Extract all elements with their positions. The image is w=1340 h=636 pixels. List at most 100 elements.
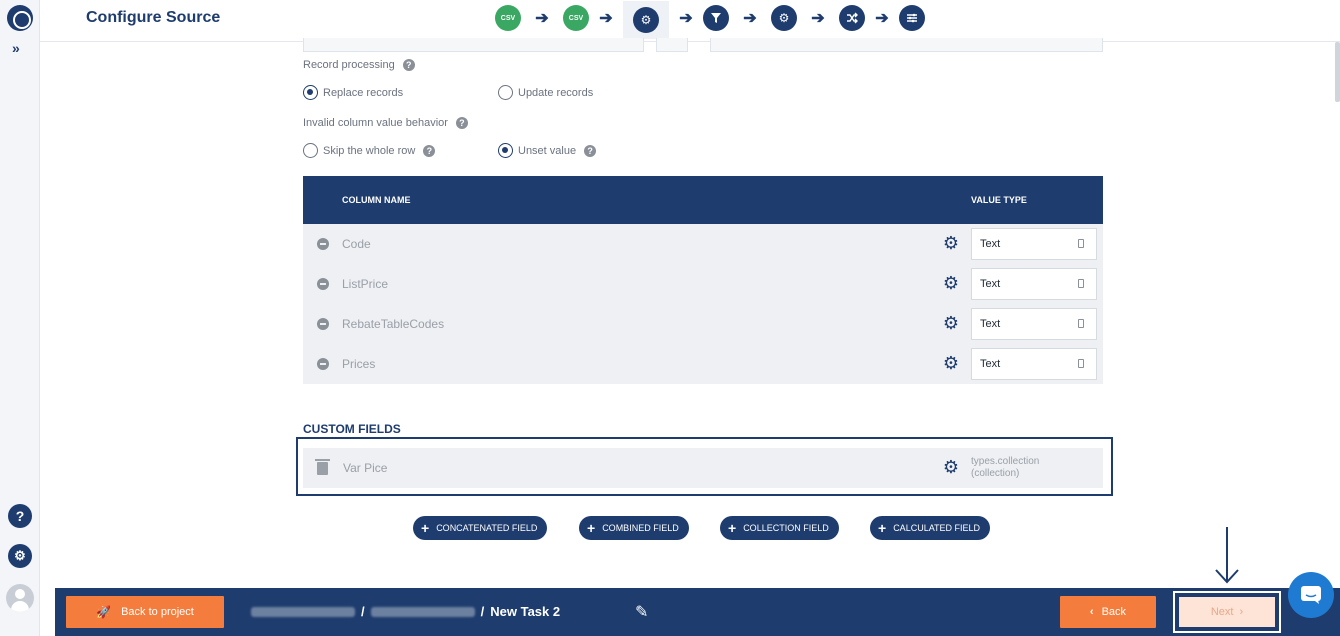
chevron-right-icon: ›	[1239, 606, 1244, 618]
arrow-right-icon: ➔	[599, 10, 613, 27]
value-type-select[interactable]: Text	[971, 348, 1097, 380]
custom-fields-title: CUSTOM FIELDS	[303, 422, 401, 436]
button-label: Next	[1210, 606, 1234, 618]
table-row: RebateTableCodes ⚙ Text	[303, 304, 1103, 344]
remove-column-icon[interactable]	[317, 358, 329, 370]
table-row: ListPrice ⚙ Text	[303, 264, 1103, 304]
add-calculated-field-button[interactable]: + CALCULATED FIELD	[870, 516, 991, 540]
gear-icon[interactable]: ⚙	[942, 354, 960, 372]
remove-column-icon[interactable]	[317, 238, 329, 250]
dropdown-caret-icon	[1078, 239, 1084, 248]
text-field-partial[interactable]	[303, 38, 644, 52]
breadcrumb-separator: /	[480, 604, 485, 619]
plus-icon: +	[878, 520, 887, 536]
expand-sidebar-icon[interactable]: »	[12, 40, 20, 56]
step-settings[interactable]: ⚙	[771, 5, 797, 31]
remove-column-icon[interactable]	[317, 278, 329, 290]
value-type-select[interactable]: Text	[971, 308, 1097, 340]
record-processing-text: Record processing	[303, 59, 395, 71]
help-icon[interactable]: ?	[402, 59, 415, 72]
step-csv-source[interactable]: CSV	[495, 5, 521, 31]
chat-launcher-button[interactable]	[1288, 572, 1334, 618]
help-icon[interactable]: ?	[455, 117, 468, 130]
record-processing-label: Record processing?	[303, 59, 415, 72]
step-configure-active[interactable]: ⚙	[623, 1, 669, 39]
column-name: ListPrice	[342, 277, 389, 291]
step-csv-format[interactable]: CSV	[563, 5, 589, 31]
button-label: COMBINED FIELD	[602, 523, 679, 533]
plus-icon: +	[728, 520, 737, 536]
invalid-behavior-text: Invalid column value behavior	[303, 117, 448, 129]
radio-label: Skip the whole row	[323, 144, 416, 157]
button-label: CALCULATED FIELD	[893, 523, 981, 533]
radio-skip-row[interactable]: Skip the whole row?	[303, 143, 436, 158]
sliders-icon	[907, 13, 917, 23]
add-concatenated-field-button[interactable]: + CONCATENATED FIELD	[413, 516, 548, 540]
button-label: Back to project	[121, 606, 194, 618]
button-label: CONCATENATED FIELD	[436, 523, 538, 533]
gear-icon[interactable]: ⚙	[942, 234, 960, 252]
breadcrumb-item-redacted[interactable]	[251, 606, 355, 617]
step-review[interactable]	[899, 5, 925, 31]
radio-selected-icon	[303, 85, 318, 100]
button-label: COLLECTION FIELD	[743, 523, 829, 533]
down-arrow-annotation-icon	[1215, 527, 1239, 584]
step-filter[interactable]	[703, 5, 729, 31]
dropdown-caret-icon	[1078, 279, 1084, 288]
text-field-partial[interactable]	[656, 38, 688, 52]
plus-icon: +	[587, 520, 596, 536]
page-header: Configure Source CSV ➔ CSV ➔ ⚙ ➔ ➔ ⚙ ➔ ➔	[40, 0, 1340, 42]
radio-empty-icon	[303, 143, 318, 158]
gear-icon[interactable]: ⚙	[942, 314, 960, 332]
value-type-value: Text	[980, 318, 1001, 330]
column-name: Prices	[342, 357, 376, 371]
back-to-project-button[interactable]: 🚀 Back to project	[66, 596, 224, 628]
column-name-header: COLUMN NAME	[342, 195, 411, 205]
table-header: COLUMN NAME VALUE TYPE	[303, 176, 1103, 224]
highlight-box	[296, 437, 1113, 496]
scrollbar-thumb[interactable]	[1335, 42, 1340, 102]
rocket-icon: 🚀	[96, 605, 112, 619]
value-type-select[interactable]: Text	[971, 228, 1097, 260]
gear-icon: ⚙	[778, 11, 790, 25]
value-type-value: Text	[980, 238, 1001, 250]
add-collection-field-button[interactable]: + COLLECTION FIELD	[720, 516, 839, 540]
button-label: Back	[1101, 606, 1127, 618]
arrow-right-icon: ➔	[875, 10, 889, 27]
arrow-right-icon: ➔	[535, 10, 549, 27]
help-icon[interactable]: ?	[423, 144, 436, 157]
edit-pencil-icon[interactable]: ✎	[635, 602, 648, 622]
gear-icon: ⚙	[633, 7, 659, 33]
top-field-remnants	[303, 38, 1103, 52]
help-icon[interactable]: ?	[8, 504, 32, 528]
back-button[interactable]: ‹ Back	[1060, 596, 1156, 628]
settings-gear-icon[interactable]: ⚙	[8, 544, 32, 568]
step-mapping[interactable]	[839, 5, 865, 31]
value-type-value: Text	[980, 278, 1001, 290]
breadcrumb: / / New Task 2	[251, 604, 560, 619]
add-combined-field-button[interactable]: + COMBINED FIELD	[579, 516, 689, 540]
radio-unset-value[interactable]: Unset value?	[498, 143, 597, 158]
user-avatar[interactable]	[6, 584, 34, 612]
value-type-select[interactable]: Text	[971, 268, 1097, 300]
column-name: RebateTableCodes	[342, 317, 445, 331]
app-logo-icon[interactable]	[7, 5, 33, 31]
arrow-right-icon: ➔	[811, 10, 825, 27]
value-type-header: VALUE TYPE	[971, 195, 1027, 205]
wizard-steps: CSV ➔ CSV ➔ ⚙ ➔ ➔ ⚙ ➔ ➔	[495, 1, 925, 39]
radio-update-records[interactable]: Update records	[498, 85, 593, 100]
gear-icon[interactable]: ⚙	[942, 274, 960, 292]
value-type-value: Text	[980, 358, 1001, 370]
text-field-partial[interactable]	[710, 38, 1103, 52]
plus-icon: +	[421, 520, 430, 536]
breadcrumb-separator: /	[361, 604, 365, 619]
left-rail: » ? ⚙	[0, 0, 40, 636]
radio-replace-records[interactable]: Replace records	[303, 85, 403, 100]
dropdown-caret-icon	[1078, 319, 1084, 328]
breadcrumb-item-redacted[interactable]	[370, 606, 475, 617]
column-name: Code	[342, 237, 371, 251]
next-button[interactable]: Next ›	[1179, 597, 1275, 627]
table-row: Code ⚙ Text	[303, 224, 1103, 264]
remove-column-icon[interactable]	[317, 318, 329, 330]
help-icon[interactable]: ?	[584, 144, 597, 157]
